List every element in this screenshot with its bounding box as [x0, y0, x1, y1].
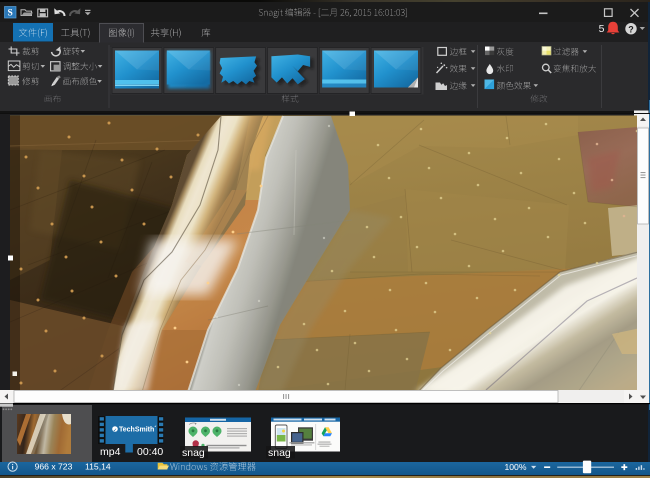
- svg-text:100%: 100%: [505, 462, 527, 472]
- svg-text:966 x 723: 966 x 723: [35, 462, 73, 472]
- svg-text:115,14: 115,14: [85, 462, 111, 472]
